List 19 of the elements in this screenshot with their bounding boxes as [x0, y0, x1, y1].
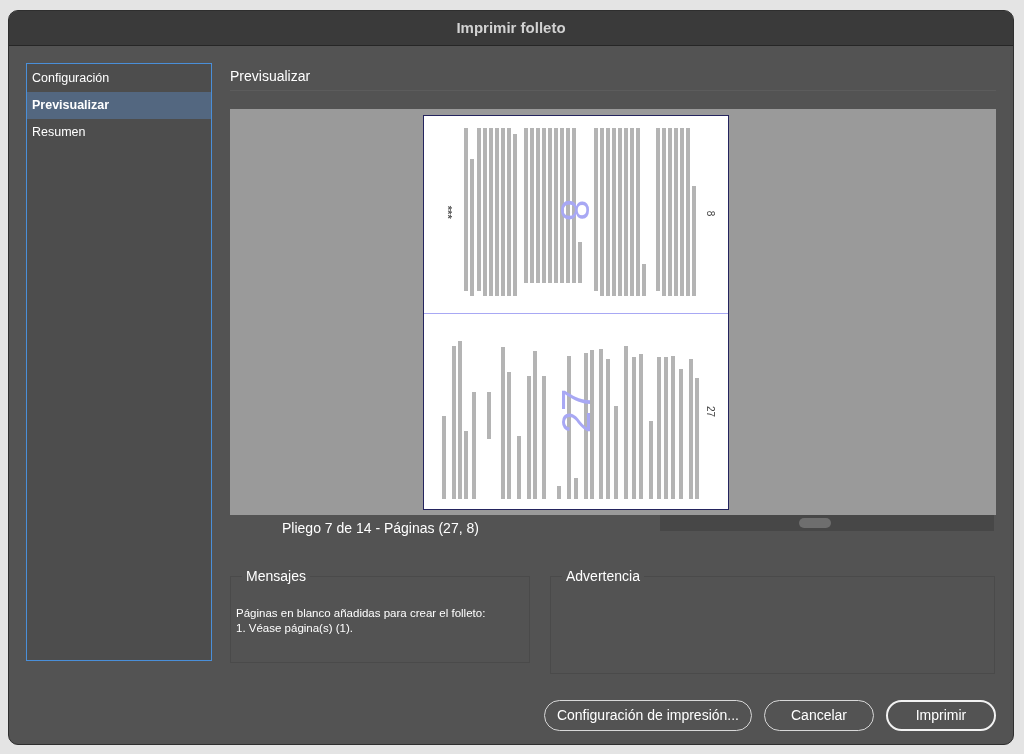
sidebar-item[interactable]: Resumen [27, 119, 211, 146]
sidebar-item[interactable]: Previsualizar [27, 92, 211, 119]
page-number: 8 [555, 198, 596, 222]
group-title: Advertencia [562, 568, 644, 584]
sidebar-item[interactable]: Configuración [27, 65, 211, 92]
scrollbar-thumb[interactable] [799, 518, 831, 528]
group-title: Mensajes [242, 568, 310, 584]
section-heading: Previsualizar [230, 67, 311, 86]
horizontal-scrollbar[interactable] [660, 515, 994, 531]
page-footer: 27 [703, 405, 719, 418]
page-number: 27 [556, 388, 597, 434]
message-text: Páginas en blanco añadidas para crear el folleto: 1. Véase página(s) (1). [236, 606, 486, 636]
dialog-button[interactable]: Configuración de impresión... [543, 700, 752, 731]
dialog-button[interactable]: Imprimir [886, 700, 996, 731]
window-title: Imprimir folleto [456, 17, 566, 38]
spread-caption: Pliego 7 de 14 - Páginas (27, 8) [282, 520, 480, 537]
section-marker: *** [440, 205, 455, 219]
dialog-button[interactable]: Cancelar [764, 700, 874, 731]
page-footer: 8 [703, 210, 719, 217]
